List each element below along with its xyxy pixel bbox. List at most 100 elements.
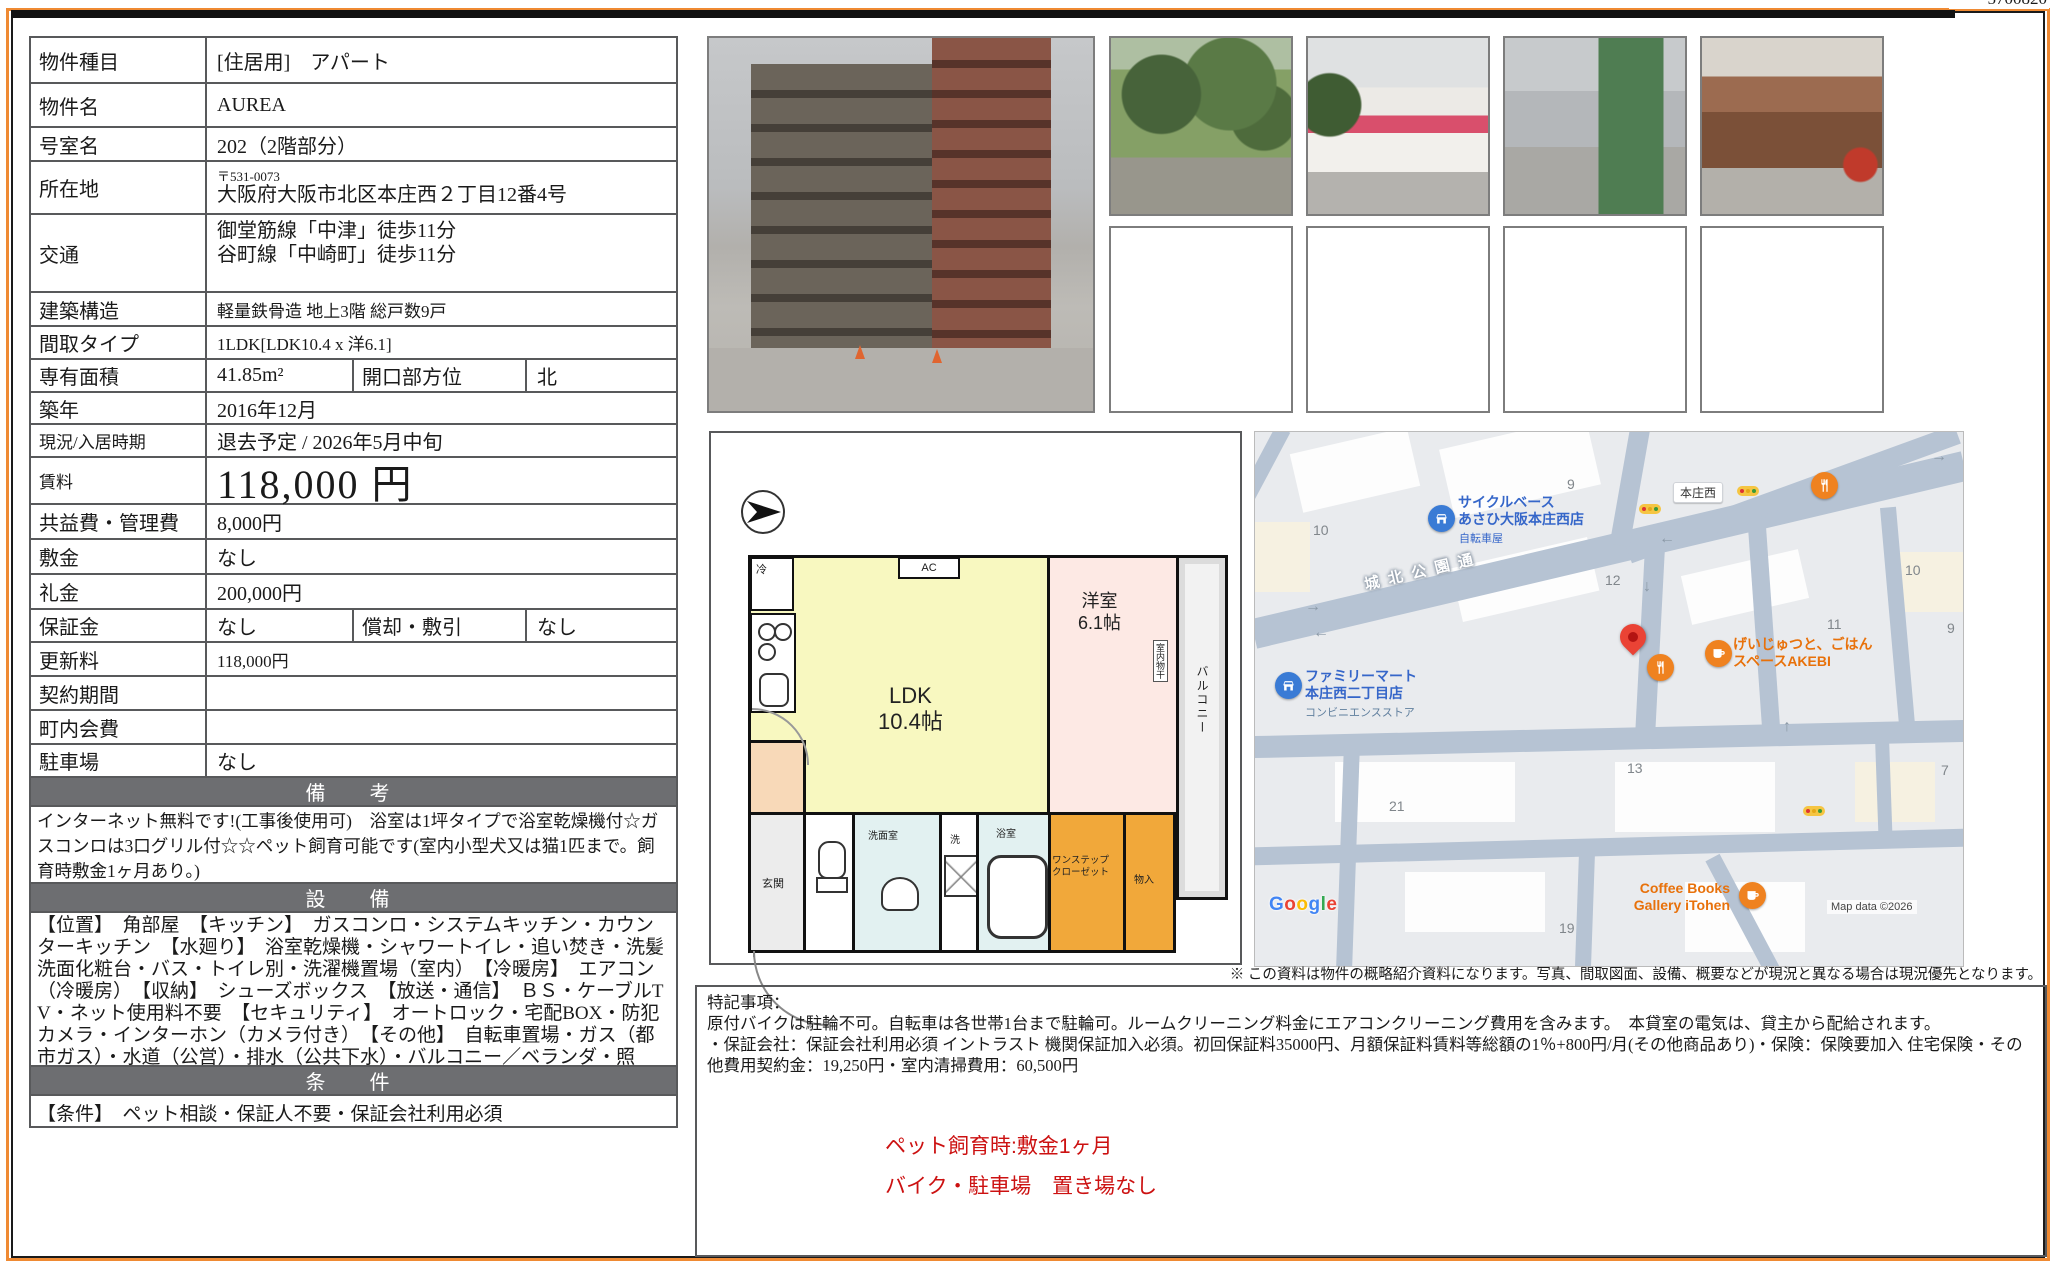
conditions-text: 【条件】 ペット相談・保証人不要・保証会社利用必須 [31,1096,676,1126]
field-value: 118,000円 [207,643,676,675]
washer-label: 洗 [950,831,960,846]
poi-label-line: ファミリーマート [1305,668,1417,684]
field-value: なし [207,610,354,641]
field-value: 200,000円 [207,575,676,608]
field-label: 物件名 [31,84,207,126]
ac-label: AC [921,562,936,574]
compass-icon [739,488,787,536]
one-way-arrow-icon: ← [1313,624,1329,642]
table-row: 交通 御堂筋線「中津」徒歩11分 谷町線「中崎町」徒歩11分 [31,215,676,293]
field-label: 間取タイプ [31,327,207,358]
map-road-horizontal [1254,829,1964,866]
ldk-size: 10.4帖 [878,709,943,734]
photo-building-mass [751,64,931,347]
bike-shop-icon [1428,505,1455,532]
property-table: 物件種目 [住居用] アパート 物件名 AUREA 号室名 202（2階部分） … [29,36,678,1128]
washroom-label: 洗面室 [868,827,898,842]
field-value: 御堂筋線「中津」徒歩11分 谷町線「中崎町」徒歩11分 [207,215,676,291]
toilet-icon [818,841,846,879]
ldk-name: LDK [889,683,932,708]
notes-body: ・保証会社：保証会社利用必須 イントラスト 機関保証加入必須。初回保証料3500… [707,1034,2035,1076]
field-value: なし [207,745,676,776]
block-number: 13 [1627,760,1643,776]
table-row: 駐車場 なし [31,745,676,778]
field-label: 共益費・管理費 [31,505,207,538]
block-number: 19 [1559,920,1575,936]
toilet-tank-icon [816,877,848,893]
poi-akebi-label: げいじゅつと、ごはん スペースAKEBI [1733,636,1872,670]
room-toilet [803,812,855,953]
table-row: 敷金 なし [31,540,676,575]
red-pet-note: ペット飼育時:敷金1ヶ月 バイク・駐車場 置き場なし [885,1127,1157,1207]
access-line: 谷町線「中崎町」徒歩11分 [217,243,456,267]
google-logo-letter: g [1309,894,1321,915]
floorplan-drawing: 冷 AC LDK 10.4帖 洋室 6.1帖 バルコニー 室内物干 玄関 洗面室… [748,555,1228,953]
field-value: 202（2階部分） [207,128,676,160]
red-note-line: バイク・駐車場 置き場なし [885,1175,1157,1198]
poi-label-line: スペースAKEBI [1733,653,1831,669]
restaurant-icon [1811,472,1838,499]
storage-label: 物入 [1134,871,1154,886]
field-value [207,711,676,743]
poi-label-line: Coffee Books [1640,880,1730,896]
field-value: 軽量鉄骨造 地上3階 総戸数9戸 [207,293,676,325]
block-number: 9 [1567,476,1575,492]
table-row: 物件名 AUREA [31,84,676,128]
google-logo-letter: G [1269,894,1284,915]
field-label: 号室名 [31,128,207,160]
red-note-line: ペット飼育時:敷金1ヶ月 [885,1135,1113,1158]
notes-body: 原付バイクは駐輪不可。自転車は各世帯1台まで駐輪可。ルームクリーニング料金にエア… [707,1013,2035,1034]
field-label: 建築構造 [31,293,207,325]
one-way-arrow-icon: → [1305,598,1321,616]
traffic-light-icon [1639,504,1661,514]
field-value: 1LDK[LDK10.4 x 洋6.1] [207,327,676,358]
table-row: 物件種目 [住居用] アパート [31,38,676,84]
google-logo-letter: o [1296,894,1308,915]
poi-label-line: サイクルベース [1458,494,1555,510]
poi-label-line: 本庄西二丁目店 [1305,685,1403,701]
location-map: 城北公園通 9 10 12 10 11 9 13 7 21 19 サイクルベース… [1254,431,1964,967]
field-label: 敷金 [31,540,207,573]
table-row: 賃料 118,000 円 [31,458,676,505]
map-building-block [1405,872,1545,932]
ldk-label: LDK 10.4帖 [878,683,943,735]
main-photo-building-exterior [707,36,1095,413]
closet-label: ワンステップ クローゼット [1052,855,1109,879]
special-notes-box: 特記事項： 原付バイクは駐輪不可。自転車は各世帯1台まで駐輪可。ルームクリーニン… [695,985,2047,1257]
block-number: 21 [1389,798,1405,814]
field-label: 専有面積 [31,360,207,391]
section-header-remarks: 備 考 [31,778,676,807]
poi-label-line: げいじゅつと、ごはん [1733,636,1872,652]
map-road [1747,517,1780,738]
cafe-icon [1705,640,1732,667]
photo-neighbor-building [932,38,1051,348]
field-value [207,677,676,709]
block-number: 11 [1827,616,1842,632]
poi-bike-shop-sub: 自転車屋 [1459,530,1503,546]
kitchen-sink-icon [759,673,789,707]
bath-label: 浴室 [996,825,1016,840]
sink-icon [881,877,919,911]
field-label: 駐車場 [31,745,207,776]
closet-label-line2: クローゼット [1052,867,1109,878]
empty-photo-box [1306,226,1490,413]
rent-value: 118,000 円 [207,458,676,503]
indoor-drying-label: 室内物干 [1153,640,1168,682]
block-number: 10 [1905,562,1921,578]
map-road [1875,742,1893,847]
block-number: 12 [1605,572,1621,588]
interior-door-arc [752,705,812,765]
fridge-space: 冷 [750,557,794,611]
map-building-block [1681,549,1809,625]
section-header-conditions: 条 件 [31,1067,676,1096]
balcony-label: バルコニー [1194,665,1211,735]
washer-space-icon [944,855,978,897]
map-building-block [1895,552,1963,612]
coffee-shop-icon [1739,882,1766,909]
one-way-arrow-icon: ↑ [1783,718,1791,736]
photo-road [709,348,1093,411]
burner-icon [774,623,792,641]
postal-code: 〒531-0073 [217,169,280,184]
remarks-text: インターネット無料です!(工事後使用可) 浴室は1坪タイプで浴室乾燥機付☆ガスコ… [31,807,676,884]
table-row: 町内会費 [31,711,676,745]
